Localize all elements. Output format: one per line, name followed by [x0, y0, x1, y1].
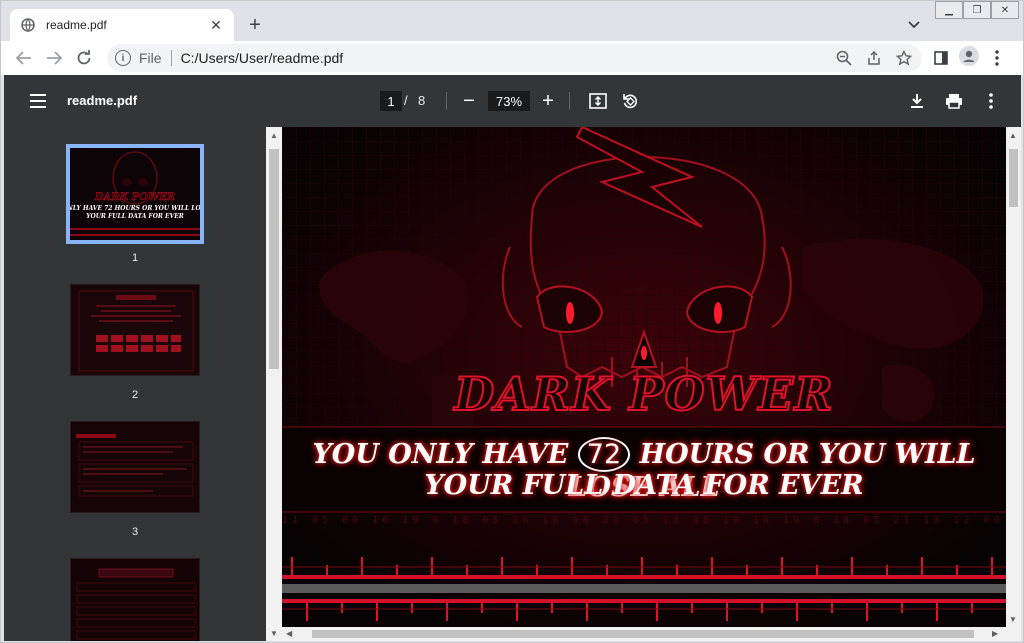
close-window-button[interactable]: ✕ — [991, 1, 1019, 19]
forward-button[interactable] — [39, 43, 69, 73]
minimize-button[interactable]: ▁ — [935, 1, 963, 19]
pdf-viewer: readme.pdf 1 / 8 − 73% + DARK POWER LY H… — [4, 75, 1021, 641]
back-button[interactable] — [9, 43, 39, 73]
sidebar-scrollbar[interactable]: ▲ ▼ — [266, 127, 282, 641]
total-pages: 8 — [418, 93, 426, 108]
toolbar-divider — [569, 92, 570, 110]
tab-strip: readme.pdf ✕ + ▁ ❐ ✕ — [1, 1, 1023, 41]
svg-text:YOUR FULL DATA FOR EVER: YOUR FULL DATA FOR EVER — [86, 213, 184, 220]
page-horizontal-scrollbar[interactable]: ◀ ▶ — [282, 627, 1021, 641]
tab-title: readme.pdf — [46, 18, 107, 32]
new-tab-button[interactable]: + — [243, 13, 267, 37]
sidebar-scroll-thumb[interactable] — [269, 149, 279, 369]
address-bar[interactable]: i File C:/Users/User/readme.pdf — [107, 44, 922, 72]
svg-text:DARK POWER: DARK POWER — [94, 192, 175, 203]
page-thumbnail-1[interactable]: DARK POWER YOU ONLY HAVE 72 HOURS OR YOU… — [66, 144, 204, 244]
download-icon[interactable] — [906, 90, 928, 112]
pdf-document-title: readme.pdf — [67, 93, 138, 108]
zoom-icon[interactable] — [832, 46, 856, 70]
thumbnail-3-preview — [71, 422, 199, 512]
chevron-down-icon[interactable] — [904, 15, 924, 35]
bookmark-star-icon[interactable] — [892, 46, 916, 70]
page-number-input[interactable]: 1 — [380, 91, 402, 111]
restore-button[interactable]: ❐ — [963, 1, 991, 19]
page-vertical-scrollbar[interactable]: ▲ ▼ — [1006, 127, 1021, 627]
thumbnail-label-3: 3 — [131, 526, 139, 538]
browser-toolbar: i File C:/Users/User/readme.pdf — [1, 41, 1023, 75]
browser-window: readme.pdf ✕ + ▁ ❐ ✕ i File C:/Users/Use… — [0, 0, 1024, 643]
zoom-in-button[interactable]: + — [537, 89, 559, 113]
page-thumbnail-2[interactable] — [70, 284, 200, 376]
svg-text:YOU ONLY HAVE 72 HOURS OR YOU: YOU ONLY HAVE 72 HOURS OR YOU WILL LOSE … — [70, 205, 200, 212]
scroll-up-arrow-icon[interactable]: ▲ — [1009, 131, 1017, 140]
close-tab-icon[interactable]: ✕ — [208, 17, 224, 33]
page-separator: / — [404, 93, 408, 108]
thumbnail-2-preview — [71, 285, 199, 375]
more-options-icon[interactable] — [980, 90, 1002, 112]
fit-to-page-icon[interactable] — [587, 90, 609, 112]
ransom-title: DARK POWER — [453, 366, 834, 422]
browser-menu-icon[interactable] — [985, 46, 1009, 70]
ransom-line-1-start: YOU ONLY HAVE — [312, 439, 569, 470]
scroll-down-arrow-icon[interactable]: ▼ — [1009, 615, 1017, 624]
zoom-level-input[interactable]: 73% — [488, 91, 530, 111]
page-scroll-thumb[interactable] — [1009, 149, 1018, 207]
reload-button[interactable] — [69, 43, 99, 73]
page-thumbnail-3[interactable] — [70, 421, 200, 513]
globe-icon — [20, 17, 36, 33]
url-scheme-label: File — [139, 50, 172, 66]
thumbnail-label-1: 1 — [131, 252, 139, 264]
thumbnail-4-preview — [71, 559, 199, 641]
hours-count: 72 — [577, 437, 631, 472]
zoom-out-button[interactable]: − — [458, 89, 480, 113]
thumbnail-1-preview: DARK POWER YOU ONLY HAVE 72 HOURS OR YOU… — [70, 148, 200, 240]
profile-avatar-icon[interactable] — [959, 46, 979, 66]
ransom-line-2: YOUR FULL DATA FOR EVER — [424, 470, 864, 501]
scroll-left-arrow-icon[interactable]: ◀ — [286, 629, 292, 638]
scroll-down-arrow-icon[interactable]: ▼ — [270, 629, 278, 638]
thumbnail-label-2: 2 — [131, 389, 139, 401]
window-controls: ▁ ❐ ✕ — [935, 1, 1021, 19]
scroll-right-arrow-icon[interactable]: ▶ — [992, 629, 998, 638]
thumbnail-sidebar: DARK POWER YOU ONLY HAVE 72 HOURS OR YOU… — [4, 127, 266, 641]
pdf-page-1: 11 05 00 16 19 0 18 05 16 10 18 21 05 13… — [282, 127, 1006, 627]
scroll-up-arrow-icon[interactable]: ▲ — [270, 131, 278, 140]
tab-readme[interactable]: readme.pdf ✕ — [10, 9, 234, 41]
rotate-icon[interactable] — [619, 90, 641, 112]
share-icon[interactable] — [862, 46, 886, 70]
info-icon[interactable]: i — [115, 50, 131, 66]
pdf-toolbar: readme.pdf 1 / 8 − 73% + — [4, 75, 1021, 127]
pdf-main-area: ▲ ▼ 11 05 00 16 19 0 18 05 16 10 18 21 0… — [266, 127, 1021, 641]
url-text[interactable]: C:/Users/User/readme.pdf — [181, 50, 832, 66]
hamburger-menu-icon[interactable] — [26, 89, 50, 113]
page-thumbnail-4[interactable] — [70, 558, 200, 641]
toolbar-divider — [446, 92, 447, 110]
print-icon[interactable] — [943, 90, 965, 112]
svg-text:11 05 00 16 19 0 18 05 16 10 1: 11 05 00 16 19 0 18 05 16 10 18 21 05 13… — [282, 515, 1006, 526]
side-panel-icon[interactable] — [929, 46, 953, 70]
horizontal-scroll-thumb[interactable] — [312, 630, 974, 638]
